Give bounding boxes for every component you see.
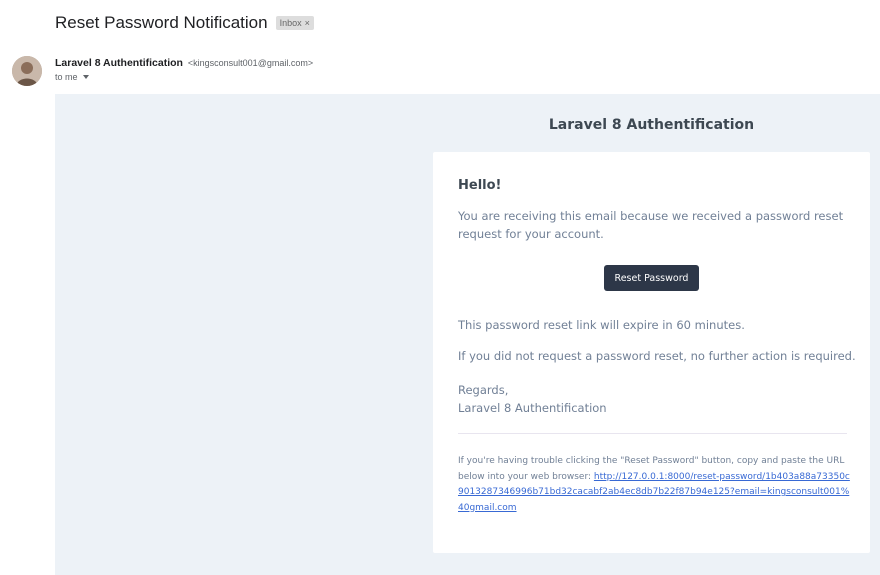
sender-email: <kingsconsult001@gmail.com> (187, 58, 314, 68)
inbox-label-text: Inbox (279, 18, 302, 28)
remove-label-icon[interactable]: × (305, 18, 310, 28)
inbox-label-chip[interactable]: Inbox × (275, 16, 314, 30)
chevron-down-icon[interactable] (82, 75, 89, 79)
reset-password-button[interactable]: Reset Password (604, 265, 699, 291)
email-subject: Reset Password Notification (55, 13, 268, 32)
to-line: to me (55, 72, 78, 82)
signature: Laravel 8 Authentification (458, 401, 607, 415)
regards-text: Regards, (458, 383, 509, 397)
mail-header-app-name: Laravel 8 Authentification (548, 117, 755, 133)
sender-row: Laravel 8 Authentification <kingsconsult… (55, 57, 313, 69)
intro-paragraph: You are receiving this email because we … (458, 209, 844, 241)
no-action-note: If you did not request a password reset,… (458, 349, 856, 363)
subject-row: Reset Password Notification Inbox × (55, 13, 314, 33)
divider (458, 433, 847, 434)
sender-avatar[interactable] (12, 56, 42, 86)
expire-note: This password reset link will expire in … (458, 318, 745, 332)
greeting: Hello! (458, 178, 502, 193)
avatar-image (12, 56, 42, 86)
signoff: Regards, Laravel 8 Authentification (458, 381, 607, 417)
recipient-details-toggle[interactable]: to me (55, 72, 89, 82)
sender-name[interactable]: Laravel 8 Authentification (55, 57, 183, 69)
email-content-card: Hello! You are receiving this email beca… (433, 152, 870, 553)
subcopy: If you're having trouble clicking the "R… (458, 454, 850, 516)
